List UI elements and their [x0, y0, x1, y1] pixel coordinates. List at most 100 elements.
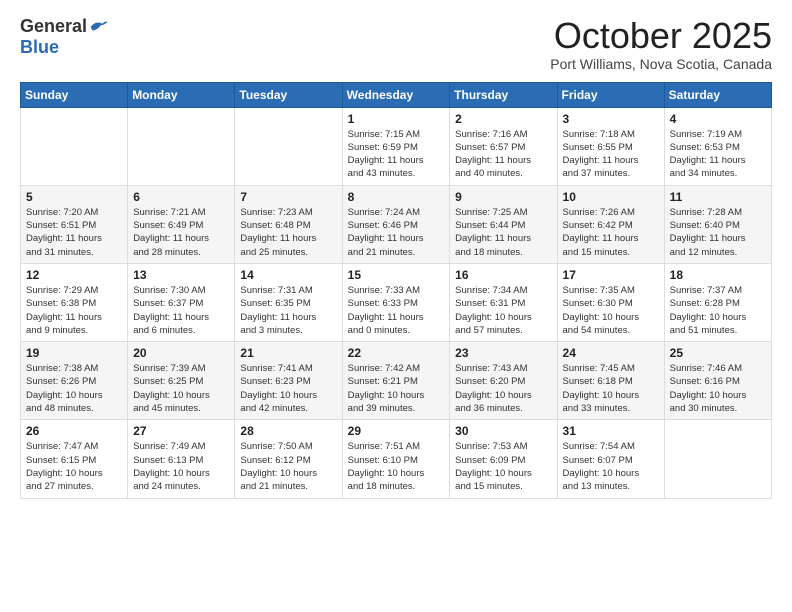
header: General Blue October 2025 Port Williams,…	[20, 16, 772, 72]
col-sunday: Sunday	[21, 82, 128, 107]
day-number: 11	[670, 190, 766, 204]
table-row: 26Sunrise: 7:47 AM Sunset: 6:15 PM Dayli…	[21, 420, 128, 498]
col-saturday: Saturday	[664, 82, 771, 107]
table-row: 28 Sunrise: 7:50 AM Sunset: 6:12 PM Dayli…	[235, 420, 342, 498]
table-row: 10Sunrise: 7:26 AM Sunset: 6:42 PM Dayli…	[557, 185, 664, 263]
day-info: Sunrise: 7:30 AM Sunset: 6:37 PM Dayligh…	[133, 284, 229, 337]
calendar-week-row: 1 Sunrise: 7:15 AM Sunset: 6:59 PM Daylig…	[21, 107, 772, 185]
table-row: 31 Sunrise: 7:54 AM Sunset: 6:07 PM Dayli…	[557, 420, 664, 498]
table-row	[21, 107, 128, 185]
table-row: 14Sunrise: 7:31 AM Sunset: 6:35 PM Dayli…	[235, 263, 342, 341]
day-number: 5	[26, 190, 122, 204]
day-number: 10	[563, 190, 659, 204]
table-row: 22Sunrise: 7:42 AM Sunset: 6:21 PM Dayli…	[342, 342, 450, 420]
day-number: 20	[133, 346, 229, 360]
table-row: 6Sunrise: 7:21 AM Sunset: 6:49 PM Daylig…	[128, 185, 235, 263]
day-number: 7	[240, 190, 336, 204]
day-number: 2	[455, 112, 551, 126]
day-info: Sunrise: 7:53 AM Sunset: 6:09 PM Dayligh…	[455, 440, 551, 493]
logo-general-text: General	[20, 16, 87, 37]
day-number: 9	[455, 190, 551, 204]
logo-bird-icon	[89, 17, 109, 37]
day-info: Sunrise: 7:33 AM Sunset: 6:33 PM Dayligh…	[348, 284, 445, 337]
table-row: 7 Sunrise: 7:23 AM Sunset: 6:48 PM Daylig…	[235, 185, 342, 263]
table-row	[664, 420, 771, 498]
table-row: 1 Sunrise: 7:15 AM Sunset: 6:59 PM Daylig…	[342, 107, 450, 185]
day-number: 28	[240, 424, 336, 438]
day-info: Sunrise: 7:49 AM Sunset: 6:13 PM Dayligh…	[133, 440, 229, 493]
day-info: Sunrise: 7:45 AM Sunset: 6:18 PM Dayligh…	[563, 362, 659, 415]
day-info: Sunrise: 7:19 AM Sunset: 6:53 PM Dayligh…	[670, 128, 766, 181]
calendar-table: Sunday Monday Tuesday Wednesday Thursday…	[20, 82, 772, 499]
calendar-week-row: 26Sunrise: 7:47 AM Sunset: 6:15 PM Dayli…	[21, 420, 772, 498]
table-row: 18 Sunrise: 7:37 AM Sunset: 6:28 PM Dayli…	[664, 263, 771, 341]
day-number: 29	[348, 424, 445, 438]
table-row: 25 Sunrise: 7:46 AM Sunset: 6:16 PM Dayli…	[664, 342, 771, 420]
table-row: 30 Sunrise: 7:53 AM Sunset: 6:09 PM Dayli…	[450, 420, 557, 498]
day-info: Sunrise: 7:20 AM Sunset: 6:51 PM Dayligh…	[26, 206, 122, 259]
col-friday: Friday	[557, 82, 664, 107]
table-row: 12 Sunrise: 7:29 AM Sunset: 6:38 PM Dayli…	[21, 263, 128, 341]
day-info: Sunrise: 7:35 AM Sunset: 6:30 PM Dayligh…	[563, 284, 659, 337]
day-number: 17	[563, 268, 659, 282]
table-row: 2 Sunrise: 7:16 AM Sunset: 6:57 PM Daylig…	[450, 107, 557, 185]
day-info: Sunrise: 7:54 AM Sunset: 6:07 PM Dayligh…	[563, 440, 659, 493]
day-number: 8	[348, 190, 445, 204]
col-monday: Monday	[128, 82, 235, 107]
col-tuesday: Tuesday	[235, 82, 342, 107]
title-block: October 2025 Port Williams, Nova Scotia,…	[550, 16, 772, 72]
day-number: 25	[670, 346, 766, 360]
day-info: Sunrise: 7:37 AM Sunset: 6:28 PM Dayligh…	[670, 284, 766, 337]
table-row	[235, 107, 342, 185]
day-number: 19	[26, 346, 122, 360]
table-row: 23Sunrise: 7:43 AM Sunset: 6:20 PM Dayli…	[450, 342, 557, 420]
table-row: 20 Sunrise: 7:39 AM Sunset: 6:25 PM Dayli…	[128, 342, 235, 420]
day-info: Sunrise: 7:25 AM Sunset: 6:44 PM Dayligh…	[455, 206, 551, 259]
calendar-week-row: 19 Sunrise: 7:38 AM Sunset: 6:26 PM Dayli…	[21, 342, 772, 420]
logo-blue-text: Blue	[20, 37, 59, 58]
table-row: 29Sunrise: 7:51 AM Sunset: 6:10 PM Dayli…	[342, 420, 450, 498]
day-info: Sunrise: 7:23 AM Sunset: 6:48 PM Dayligh…	[240, 206, 336, 259]
day-number: 6	[133, 190, 229, 204]
month-title: October 2025	[550, 16, 772, 56]
day-info: Sunrise: 7:42 AM Sunset: 6:21 PM Dayligh…	[348, 362, 445, 415]
table-row: 16Sunrise: 7:34 AM Sunset: 6:31 PM Dayli…	[450, 263, 557, 341]
table-row: 11 Sunrise: 7:28 AM Sunset: 6:40 PM Dayli…	[664, 185, 771, 263]
day-number: 4	[670, 112, 766, 126]
day-info: Sunrise: 7:28 AM Sunset: 6:40 PM Dayligh…	[670, 206, 766, 259]
day-number: 12	[26, 268, 122, 282]
day-number: 13	[133, 268, 229, 282]
day-number: 15	[348, 268, 445, 282]
day-info: Sunrise: 7:31 AM Sunset: 6:35 PM Dayligh…	[240, 284, 336, 337]
table-row: 19 Sunrise: 7:38 AM Sunset: 6:26 PM Dayli…	[21, 342, 128, 420]
day-number: 26	[26, 424, 122, 438]
day-info: Sunrise: 7:24 AM Sunset: 6:46 PM Dayligh…	[348, 206, 445, 259]
table-row: 21Sunrise: 7:41 AM Sunset: 6:23 PM Dayli…	[235, 342, 342, 420]
day-info: Sunrise: 7:41 AM Sunset: 6:23 PM Dayligh…	[240, 362, 336, 415]
calendar-header-row: Sunday Monday Tuesday Wednesday Thursday…	[21, 82, 772, 107]
day-number: 30	[455, 424, 551, 438]
day-info: Sunrise: 7:18 AM Sunset: 6:55 PM Dayligh…	[563, 128, 659, 181]
day-info: Sunrise: 7:16 AM Sunset: 6:57 PM Dayligh…	[455, 128, 551, 181]
day-info: Sunrise: 7:46 AM Sunset: 6:16 PM Dayligh…	[670, 362, 766, 415]
day-number: 23	[455, 346, 551, 360]
table-row: 15 Sunrise: 7:33 AM Sunset: 6:33 PM Dayli…	[342, 263, 450, 341]
table-row: 9 Sunrise: 7:25 AM Sunset: 6:44 PM Daylig…	[450, 185, 557, 263]
table-row: 5 Sunrise: 7:20 AM Sunset: 6:51 PM Daylig…	[21, 185, 128, 263]
table-row: 3Sunrise: 7:18 AM Sunset: 6:55 PM Daylig…	[557, 107, 664, 185]
day-info: Sunrise: 7:50 AM Sunset: 6:12 PM Dayligh…	[240, 440, 336, 493]
table-row: 13 Sunrise: 7:30 AM Sunset: 6:37 PM Dayli…	[128, 263, 235, 341]
day-number: 18	[670, 268, 766, 282]
day-info: Sunrise: 7:29 AM Sunset: 6:38 PM Dayligh…	[26, 284, 122, 337]
day-info: Sunrise: 7:15 AM Sunset: 6:59 PM Dayligh…	[348, 128, 445, 181]
table-row: 17 Sunrise: 7:35 AM Sunset: 6:30 PM Dayli…	[557, 263, 664, 341]
day-info: Sunrise: 7:39 AM Sunset: 6:25 PM Dayligh…	[133, 362, 229, 415]
location-text: Port Williams, Nova Scotia, Canada	[550, 56, 772, 72]
day-number: 31	[563, 424, 659, 438]
day-number: 1	[348, 112, 445, 126]
logo: General Blue	[20, 16, 109, 58]
table-row: 4 Sunrise: 7:19 AM Sunset: 6:53 PM Daylig…	[664, 107, 771, 185]
calendar-week-row: 12 Sunrise: 7:29 AM Sunset: 6:38 PM Dayli…	[21, 263, 772, 341]
day-number: 16	[455, 268, 551, 282]
day-info: Sunrise: 7:38 AM Sunset: 6:26 PM Dayligh…	[26, 362, 122, 415]
